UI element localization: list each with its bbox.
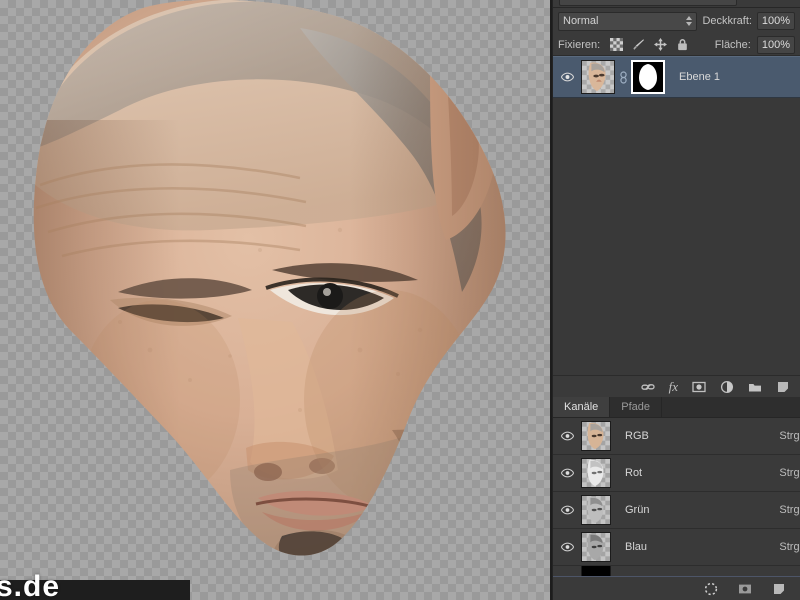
channel-shortcut: Strg+ <box>779 504 800 516</box>
image-canvas[interactable]: s.de <box>0 0 552 600</box>
eye-icon <box>560 542 574 552</box>
load-channel-as-selection-icon[interactable] <box>704 582 718 596</box>
layers-list[interactable]: Ebene 1 <box>553 56 800 375</box>
channel-thumbnail[interactable] <box>581 458 611 488</box>
table-row[interactable]: Grün Strg+ <box>553 492 800 529</box>
blend-mode-value: Normal <box>563 15 599 27</box>
fill-label: Fläche: <box>714 38 751 51</box>
new-fill-adjustment-layer-icon[interactable] <box>720 380 734 394</box>
layer-mask-thumbnail[interactable] <box>631 60 665 94</box>
opacity-label: Deckkraft: <box>702 15 752 27</box>
layers-panel-toolbar: fx <box>553 375 800 397</box>
table-row[interactable] <box>553 566 800 576</box>
opacity-input[interactable]: 100% <box>756 12 795 30</box>
channel-visibility-toggle[interactable] <box>553 505 581 515</box>
channel-thumbnail[interactable] <box>581 421 611 451</box>
channel-name[interactable]: RGB <box>625 430 649 442</box>
new-channel-icon[interactable] <box>772 582 786 596</box>
channel-thumbnail[interactable] <box>581 495 611 525</box>
tab-pfade[interactable]: Pfade <box>610 397 663 417</box>
channels-list[interactable]: RGB Strg+ <box>553 418 800 576</box>
canvas-edge <box>550 0 552 600</box>
brush-icon[interactable] <box>632 38 645 51</box>
mask-channel-thumbnail[interactable] <box>581 566 611 576</box>
add-layer-mask-icon[interactable] <box>692 380 706 394</box>
chevron-updown-icon <box>686 16 693 26</box>
eye-icon <box>560 72 574 82</box>
channel-shortcut: Strg+ <box>779 430 800 442</box>
watermark-text: s.de <box>0 570 61 600</box>
new-layer-icon[interactable] <box>776 380 790 394</box>
tab-kanaele-label: Kanäle <box>564 401 599 413</box>
tab-pfade-label: Pfade <box>621 401 651 413</box>
mask-shape-icon <box>633 62 663 92</box>
portrait-cutout-image <box>33 0 506 556</box>
table-row[interactable]: Blau Strg+ <box>553 529 800 566</box>
table-row[interactable]: Rot Strg+ <box>553 455 800 492</box>
table-row[interactable]: RGB Strg+ <box>553 418 800 455</box>
tab-kanaele[interactable]: Kanäle <box>553 397 611 417</box>
layer-thumbnail[interactable] <box>581 60 615 94</box>
channel-visibility-toggle[interactable] <box>553 431 581 441</box>
channel-name[interactable]: Grün <box>625 504 649 516</box>
layer-name[interactable]: Ebene 1 <box>679 71 720 83</box>
new-group-icon[interactable] <box>748 380 762 394</box>
panel-tabs[interactable]: Kanäle Pfade <box>553 397 800 418</box>
eye-icon <box>560 468 574 478</box>
cut-off-top-bar <box>553 0 800 8</box>
layer-visibility-toggle[interactable] <box>553 72 581 82</box>
layer-blend-row: Normal Deckkraft: 100% <box>553 8 800 34</box>
channels-panel-toolbar <box>553 576 800 600</box>
link-layers-icon[interactable] <box>640 380 655 394</box>
channel-shortcut: Strg+ <box>779 541 800 553</box>
channel-shortcut: Strg+ <box>779 467 800 479</box>
lock-icon[interactable] <box>676 38 689 51</box>
table-row[interactable]: Ebene 1 <box>553 56 800 98</box>
channel-thumbnail[interactable] <box>581 532 611 562</box>
checkerboard-transparency-icon[interactable] <box>610 38 624 51</box>
channel-visibility-toggle[interactable] <box>553 468 581 478</box>
eye-icon <box>560 505 574 515</box>
save-selection-as-channel-icon[interactable] <box>738 582 752 596</box>
eye-icon <box>560 431 574 441</box>
blend-mode-select[interactable]: Normal <box>558 11 698 31</box>
add-layer-style-icon[interactable]: fx <box>669 379 678 395</box>
lock-label: Fixieren: <box>558 38 601 51</box>
channel-visibility-toggle[interactable] <box>553 542 581 552</box>
channel-name[interactable]: Blau <box>625 541 647 553</box>
photoshop-workspace: s.de Normal Deckkraft: 100% Fixieren: Fl… <box>0 0 800 600</box>
layer-lock-row: Fixieren: Fläche: 100% <box>553 34 800 56</box>
link-icon <box>619 70 627 84</box>
right-panel-stack: Normal Deckkraft: 100% Fixieren: Fläche:… <box>552 0 800 600</box>
move-arrows-icon[interactable] <box>654 38 668 51</box>
filter-bar-stub[interactable] <box>559 0 737 6</box>
mask-link-toggle[interactable] <box>615 70 631 84</box>
mask-shape-icon <box>582 566 610 576</box>
fill-input[interactable]: 100% <box>756 35 795 54</box>
channel-name[interactable]: Rot <box>625 467 642 479</box>
